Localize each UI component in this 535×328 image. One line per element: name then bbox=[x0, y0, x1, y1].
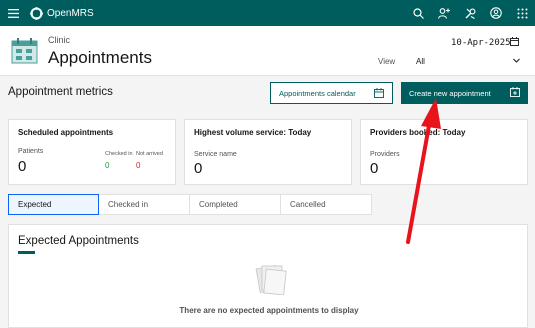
not-arrived-value[interactable]: 0 bbox=[136, 161, 140, 170]
service-name-label: Service name bbox=[194, 151, 237, 158]
panel-title: Expected Appointments bbox=[18, 235, 139, 247]
calendar-icon[interactable] bbox=[510, 37, 519, 46]
openmrs-logo[interactable]: OpenMRS bbox=[30, 6, 94, 20]
appointments-illustration-icon bbox=[11, 38, 38, 64]
add-appointment-icon bbox=[510, 87, 520, 97]
not-arrived-label: Not arrived bbox=[136, 151, 163, 157]
service-count-value: 0 bbox=[194, 160, 203, 177]
user-avatar-icon[interactable] bbox=[483, 0, 509, 26]
tab-checked-in[interactable]: Checked in bbox=[99, 194, 190, 215]
providers-label: Providers bbox=[370, 151, 400, 158]
patients-value: 0 bbox=[18, 158, 27, 175]
tab-completed[interactable]: Completed bbox=[190, 194, 281, 215]
highest-volume-service-card: Highest volume service: Today Service na… bbox=[184, 119, 352, 185]
chevron-down-icon bbox=[513, 58, 520, 63]
patients-label: Patients bbox=[18, 148, 44, 155]
location-label: Clinic bbox=[48, 35, 71, 45]
create-new-appointment-button[interactable]: Create new appointment bbox=[401, 82, 528, 104]
appointments-calendar-button[interactable]: Appointments calendar bbox=[270, 82, 393, 104]
menu-icon[interactable] bbox=[0, 0, 26, 26]
current-date[interactable]: 10-Apr-2025 bbox=[451, 38, 511, 48]
brand-name: OpenMRS bbox=[47, 7, 94, 19]
tab-expected[interactable]: Expected bbox=[8, 194, 99, 215]
providers-booked-card: Providers booked: Today Providers 0 bbox=[360, 119, 528, 185]
create-new-appointment-label: Create new appointment bbox=[409, 88, 491, 98]
view-label: View bbox=[378, 57, 396, 66]
checked-in-label: Checked in bbox=[105, 151, 133, 157]
app-switcher-icon[interactable] bbox=[509, 0, 535, 26]
calendar-icon bbox=[374, 88, 384, 98]
empty-state-illustration-icon bbox=[255, 264, 287, 295]
scheduled-appointments-card: Scheduled appointments Patients 0 Checke… bbox=[8, 119, 176, 185]
view-select[interactable]: All bbox=[416, 54, 521, 69]
add-user-icon[interactable] bbox=[431, 0, 457, 26]
view-selected-value: All bbox=[416, 57, 425, 66]
top-nav-bar: OpenMRS bbox=[0, 0, 535, 26]
appointments-calendar-label: Appointments calendar bbox=[279, 88, 356, 98]
page-title: Appointments bbox=[48, 48, 152, 67]
tab-cancelled[interactable]: Cancelled bbox=[281, 194, 372, 215]
appointment-tabs: Expected Checked in Completed Cancelled bbox=[8, 194, 372, 215]
empty-state-message: There are no expected appointments to di… bbox=[179, 306, 359, 315]
card-title: Highest volume service: Today bbox=[194, 128, 312, 137]
tools-icon[interactable] bbox=[457, 0, 483, 26]
card-title: Scheduled appointments bbox=[18, 128, 114, 137]
expected-appointments-panel: Expected Appointments There are no expec… bbox=[8, 224, 528, 328]
metrics-title: Appointment metrics bbox=[8, 86, 113, 98]
openmrs-logo-icon bbox=[30, 6, 43, 20]
search-icon[interactable] bbox=[405, 0, 431, 26]
card-title: Providers booked: Today bbox=[370, 128, 466, 137]
checked-in-value[interactable]: 0 bbox=[105, 161, 109, 170]
title-underline bbox=[18, 251, 35, 254]
providers-value: 0 bbox=[370, 160, 379, 177]
